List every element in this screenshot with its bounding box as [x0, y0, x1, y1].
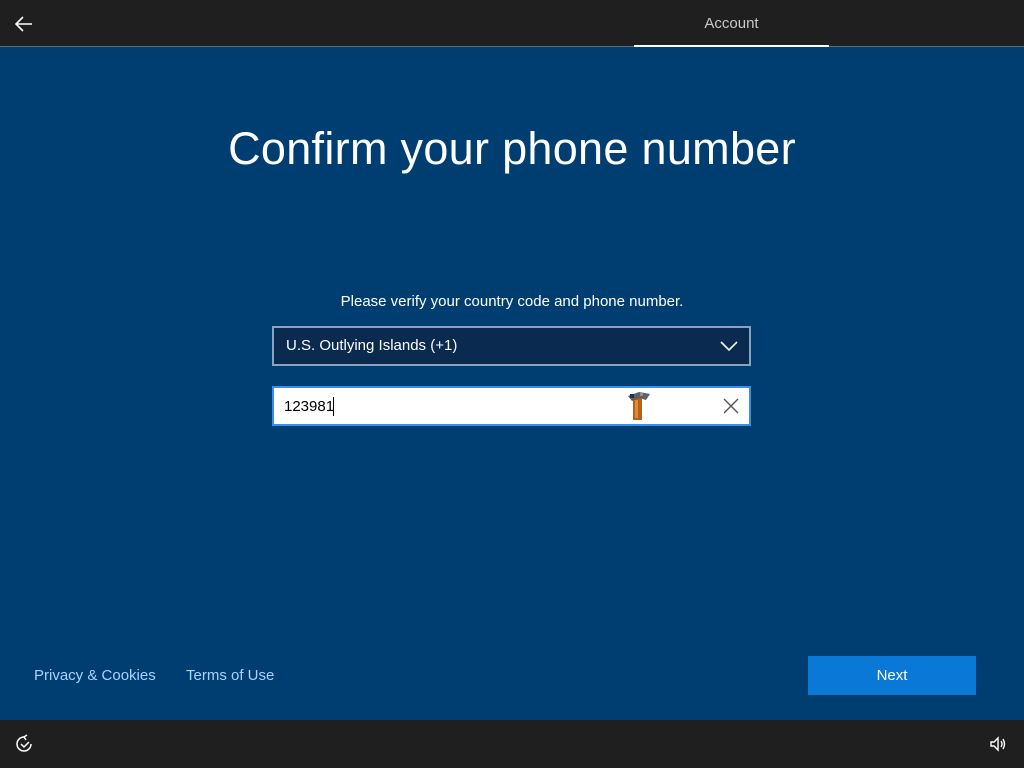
back-button[interactable] — [8, 8, 40, 40]
terms-of-use-link[interactable]: Terms of Use — [186, 667, 274, 684]
top-bar: Account — [0, 0, 1024, 47]
tab-account: Account — [634, 0, 829, 47]
next-button-label: Next — [876, 667, 908, 684]
phone-number-field[interactable] — [272, 386, 751, 426]
back-arrow-icon — [14, 16, 32, 32]
chevron-down-icon — [720, 341, 738, 352]
next-button[interactable]: Next — [808, 656, 976, 695]
page-title: Confirm your phone number — [228, 123, 796, 174]
close-icon[interactable] — [721, 396, 741, 416]
ease-of-access-icon[interactable] — [14, 734, 34, 754]
country-code-dropdown[interactable]: U.S. Outlying Islands (+1) — [272, 326, 751, 366]
tab-account-label: Account — [704, 14, 759, 32]
instruction-text: Please verify your country code and phon… — [340, 293, 684, 310]
text-caret — [333, 397, 334, 416]
main-content: Confirm your phone number Please verify … — [0, 47, 1024, 720]
bottom-bar — [0, 720, 1024, 768]
country-selected-value: U.S. Outlying Islands (+1) — [286, 337, 458, 354]
animated-cursor-icon — [628, 392, 650, 420]
privacy-cookies-link[interactable]: Privacy & Cookies — [34, 667, 156, 684]
volume-icon[interactable] — [988, 734, 1008, 754]
